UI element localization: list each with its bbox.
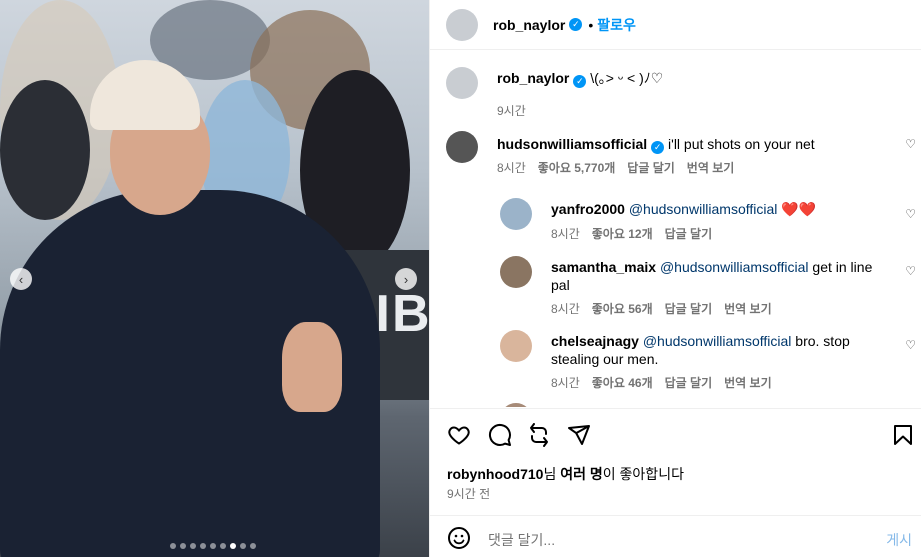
heart-icon[interactable]: ♡ bbox=[905, 207, 916, 221]
translate-button[interactable]: 번역 보기 bbox=[724, 374, 772, 391]
carousel-dot bbox=[190, 543, 196, 549]
carousel-dot bbox=[220, 543, 226, 549]
follow-button[interactable]: 팔로우 bbox=[597, 15, 636, 35]
comment-input[interactable]: 댓글 달기... bbox=[488, 530, 555, 550]
likes-text: 이 좋아합니다 bbox=[602, 466, 684, 482]
post-header: rob_naylor ✓ • 팔로우 bbox=[430, 0, 921, 50]
caption-username[interactable]: rob_naylor bbox=[497, 70, 569, 86]
action-bar bbox=[430, 408, 921, 458]
comment-likes[interactable]: 좋아요 56개 bbox=[592, 300, 653, 317]
avatar[interactable] bbox=[446, 8, 478, 41]
comment-username[interactable]: samantha_maix bbox=[551, 259, 656, 275]
background-crowd bbox=[0, 80, 90, 220]
carousel-dot bbox=[180, 543, 186, 549]
comment-time: 8시간 bbox=[551, 227, 580, 241]
reply-button[interactable]: 답글 달기 bbox=[665, 225, 713, 242]
translate-button[interactable]: 번역 보기 bbox=[687, 159, 735, 176]
liked-by-username[interactable]: robynhood710 bbox=[447, 466, 543, 482]
bookmark-icon[interactable] bbox=[892, 423, 914, 447]
comment-time: 8시간 bbox=[551, 302, 580, 316]
post-panel: rob_naylor ✓ • 팔로우 rob_naylor ✓ \(｡> ᵕ < … bbox=[429, 0, 921, 557]
comment-text-continued: stealing our men. bbox=[551, 351, 659, 367]
likes-summary[interactable]: robynhood710님 여러 명이 좋아합니다 bbox=[447, 464, 684, 484]
heart-icon[interactable]: ♡ bbox=[905, 137, 916, 151]
avatar[interactable] bbox=[500, 256, 532, 288]
person-hand bbox=[282, 322, 342, 412]
post-media[interactable]: CIBO ‹ › bbox=[0, 0, 429, 557]
verified-icon: ✓ bbox=[573, 75, 587, 88]
verified-icon: ✓ bbox=[569, 18, 583, 31]
comment-likes[interactable]: 좋아요 12개 bbox=[592, 225, 653, 242]
comment-text: i'll put shots on your net bbox=[668, 136, 815, 152]
reply-button[interactable]: 답글 달기 bbox=[665, 300, 713, 317]
comment-username[interactable]: yanfro2000 bbox=[551, 201, 625, 217]
comment-text: ❤️❤️ bbox=[781, 201, 817, 217]
likes-others[interactable]: 여러 명 bbox=[560, 466, 603, 482]
comment-icon[interactable] bbox=[488, 423, 512, 447]
comment-mention[interactable]: @hudsonwilliamsofficial bbox=[629, 201, 778, 217]
comment-text: bro. stop bbox=[795, 333, 850, 349]
comment-time: 8시간 bbox=[497, 161, 526, 175]
avatar[interactable] bbox=[446, 131, 478, 163]
comment-time: 8시간 bbox=[551, 376, 580, 390]
comment-text: get in line bbox=[812, 259, 873, 275]
likes-text: 님 bbox=[543, 466, 561, 482]
avatar[interactable] bbox=[500, 198, 532, 230]
separator: • bbox=[588, 16, 594, 33]
avatar[interactable] bbox=[500, 330, 532, 362]
comment-likes[interactable]: 좋아요 5,770개 bbox=[538, 159, 616, 176]
caption-time: 9시간 bbox=[497, 104, 526, 118]
heart-icon[interactable] bbox=[447, 423, 471, 447]
comment-mention[interactable]: @hudsonwilliamsofficial bbox=[660, 259, 809, 275]
reply-button[interactable]: 답글 달기 bbox=[665, 374, 713, 391]
heart-icon[interactable]: ♡ bbox=[905, 264, 916, 278]
carousel-dot bbox=[250, 543, 256, 549]
post-button[interactable]: 게시 bbox=[886, 530, 912, 550]
carousel-dot bbox=[170, 543, 176, 549]
emoji-icon[interactable] bbox=[447, 526, 471, 550]
chevron-right-icon[interactable]: › bbox=[395, 268, 417, 290]
comment-mention[interactable]: @hudsonwilliamsofficial bbox=[643, 333, 792, 349]
reply-button[interactable]: 답글 달기 bbox=[627, 159, 675, 176]
caption-text: \(｡> ᵕ < )ﾉ♡ bbox=[590, 70, 664, 86]
carousel-dot bbox=[210, 543, 216, 549]
post-time: 9시간 전 bbox=[447, 487, 491, 501]
author-username[interactable]: rob_naylor bbox=[493, 17, 565, 33]
avatar[interactable] bbox=[500, 403, 532, 407]
comment-username[interactable]: hudsonwilliamsofficial bbox=[497, 136, 647, 152]
send-icon[interactable] bbox=[567, 423, 591, 447]
comment-username[interactable]: chelseajnagy bbox=[551, 333, 639, 349]
carousel-dots bbox=[170, 543, 256, 549]
translate-button[interactable]: 번역 보기 bbox=[724, 300, 772, 317]
carousel-dot bbox=[240, 543, 246, 549]
comment-text-continued: pal bbox=[551, 277, 570, 293]
chevron-left-icon[interactable]: ‹ bbox=[10, 268, 32, 290]
heart-icon[interactable]: ♡ bbox=[905, 338, 916, 352]
share-icon[interactable] bbox=[527, 423, 551, 447]
carousel-dot bbox=[230, 543, 236, 549]
verified-icon: ✓ bbox=[651, 141, 665, 154]
comment-likes[interactable]: 좋아요 46개 bbox=[592, 374, 653, 391]
comments-list[interactable]: rob_naylor ✓ \(｡> ᵕ < )ﾉ♡ 9시간 hudsonwilli… bbox=[430, 51, 921, 407]
carousel-dot bbox=[200, 543, 206, 549]
avatar[interactable] bbox=[446, 67, 478, 99]
comment-composer[interactable]: 댓글 달기... 게시 bbox=[430, 515, 921, 557]
